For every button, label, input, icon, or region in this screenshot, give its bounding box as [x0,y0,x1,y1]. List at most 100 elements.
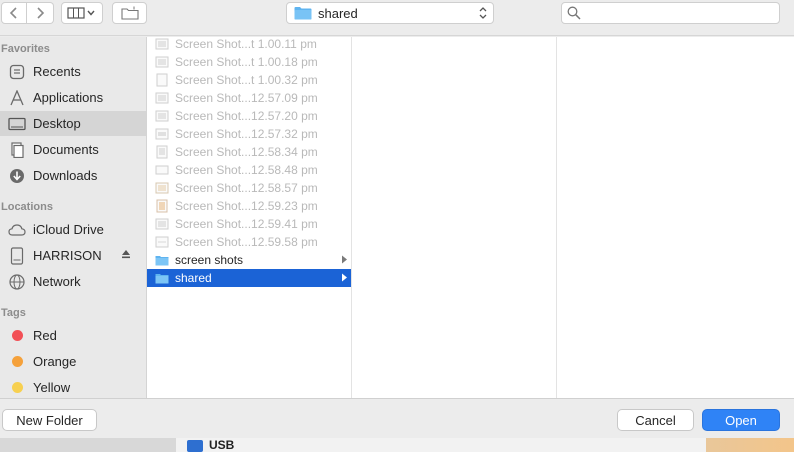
tag-dot-red [12,330,23,341]
disk-icon [8,246,26,265]
column-browser: Screen Shot...t 1.00.11 pm Screen Shot..… [147,37,794,398]
sidebar-item-label: Yellow [33,380,71,395]
image-file-icon [155,165,169,175]
sidebar-item-documents[interactable]: Documents [0,137,146,162]
file-name: Screen Shot...12.58.48 pm [175,163,318,177]
sidebar-item-label: Desktop [33,116,81,131]
file-row[interactable]: Screen Shot...12.59.58 pm [147,233,351,251]
disclosure-arrow-icon [342,273,347,282]
usb-drive-icon [187,440,203,452]
file-row[interactable]: Screen Shot...t 1.00.18 pm [147,53,351,71]
file-row[interactable]: Screen Shot...12.57.20 pm [147,107,351,125]
image-file-icon [155,218,169,230]
eject-icon[interactable] [121,249,131,259]
sidebar-item-tag-red[interactable]: Red [0,323,146,348]
chevron-right-icon [37,7,45,19]
image-file-icon [155,182,169,194]
file-row[interactable]: Screen Shot...12.59.41 pm [147,215,351,233]
sidebar-item-label: Applications [33,90,104,105]
image-file-icon [156,73,168,87]
file-row[interactable]: Screen Shot...12.59.23 pm [147,197,351,215]
sidebar-item-network[interactable]: Network [0,269,146,294]
network-icon [8,273,26,291]
file-row[interactable]: Screen Shot...t 1.00.32 pm [147,71,351,89]
applications-icon [8,89,26,107]
updown-chevron-icon [479,7,487,19]
file-row[interactable]: Screen Shot...12.57.09 pm [147,89,351,107]
tags-header: Tags [1,307,26,319]
file-name: Screen Shot...12.59.41 pm [175,217,318,231]
sidebar-item-tag-orange[interactable]: Orange [0,349,146,374]
file-row[interactable]: Screen Shot...12.58.34 pm [147,143,351,161]
sidebar-item-label: Orange [33,354,77,369]
folder-row-screen-shots[interactable]: screen shots [147,251,351,269]
sidebar-item-downloads[interactable]: Downloads [0,163,146,188]
sidebar-item-desktop[interactable]: Desktop [0,111,146,136]
file-name: Screen Shot...t 1.00.11 pm [175,37,317,51]
file-name: Screen Shot...12.58.34 pm [175,145,318,159]
image-file-icon [155,236,169,248]
path-popup[interactable]: shared [286,2,494,24]
file-name: Screen Shot...t 1.00.18 pm [175,55,318,69]
background-window-panel [176,438,706,452]
chevron-left-icon [9,7,17,19]
forward-button[interactable] [27,2,54,24]
image-file-icon [155,56,169,68]
folder-icon [155,274,169,284]
file-name: Screen Shot...t 1.00.32 pm [175,73,318,87]
sidebar-item-label: HARRISON [33,248,102,263]
sidebar: Favorites Recents Applications Desktop D… [0,37,147,398]
file-name: screen shots [175,253,244,267]
search-icon [567,6,581,20]
downloads-icon [8,167,26,185]
path-label: shared [318,5,358,21]
folder-icon [155,256,169,266]
back-button[interactable] [1,2,27,24]
sidebar-item-label: iCloud Drive [33,222,104,237]
image-file-icon [155,110,169,122]
image-file-icon [156,199,168,213]
sidebar-item-label: Network [33,274,81,289]
file-name: Screen Shot...12.59.23 pm [175,199,318,213]
sidebar-item-label: Downloads [33,168,98,183]
folder-row-shared[interactable]: shared [147,269,351,287]
sidebar-item-harrison[interactable]: HARRISON [0,243,146,268]
file-row[interactable]: Screen Shot...12.57.32 pm [147,125,351,143]
file-name: Screen Shot...12.57.32 pm [175,127,318,141]
background-window: USB [0,438,794,452]
sidebar-item-label: Red [33,328,57,343]
toolbar-new-folder-button[interactable] [112,2,147,24]
cancel-button[interactable]: Cancel [617,409,694,431]
search-field[interactable] [561,2,780,24]
folder-icon [294,7,312,20]
image-file-icon [155,38,169,50]
disclosure-arrow-icon [342,255,347,264]
columns-view-icon [67,7,95,19]
column-divider [556,37,557,398]
sidebar-item-icloud-drive[interactable]: iCloud Drive [0,217,146,242]
search-input[interactable] [584,5,774,21]
favorites-header: Favorites [1,43,50,55]
image-file-icon [155,92,169,104]
sidebar-item-tag-yellow[interactable]: Yellow [0,375,146,398]
tag-dot-orange [12,356,23,367]
file-row[interactable]: Screen Shot...12.58.48 pm [147,161,351,179]
file-name: Screen Shot...12.59.58 pm [175,235,318,249]
file-name: shared [175,271,212,285]
new-folder-icon [120,6,139,20]
sidebar-item-label: Recents [33,64,81,79]
file-row[interactable]: Screen Shot...t 1.00.11 pm [147,35,351,53]
cloud-icon [8,221,26,239]
usb-label: USB [209,438,235,452]
file-row[interactable]: Screen Shot...12.58.57 pm [147,179,351,197]
sidebar-item-applications[interactable]: Applications [0,85,146,110]
view-mode-button[interactable] [61,2,103,24]
dialog-footer: New Folder Cancel Open [0,398,794,438]
image-file-icon [156,145,168,159]
new-folder-button[interactable]: New Folder [2,409,97,431]
sidebar-item-recents[interactable]: Recents [0,59,146,84]
open-button[interactable]: Open [702,409,780,431]
sidebar-item-label: Documents [33,142,99,157]
tag-dot-yellow [12,382,23,393]
desktop-icon [8,115,26,133]
